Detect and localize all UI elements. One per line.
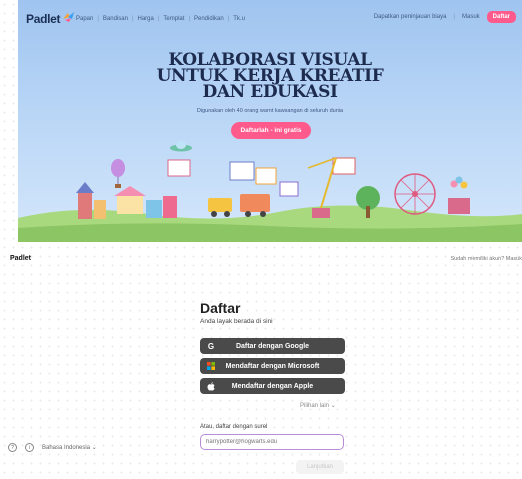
microsoft-signup-button[interactable]: Mendaftar dengan Microsoft <box>200 358 345 374</box>
nav-right: Dapatkan peninjauan biaya | Masuk Daftar <box>374 11 516 23</box>
help-icon[interactable]: ? <box>8 443 17 452</box>
footer: ? i Bahasa Indonesia ⌄ <box>8 443 97 452</box>
apple-signup-label: Mendaftar dengan Apple <box>231 382 314 390</box>
nav-link-pricing-review[interactable]: Dapatkan peninjauan biaya <box>374 14 447 20</box>
login-prompt-link[interactable]: Sudah memiliki akun? Masuk <box>450 256 522 262</box>
form-tagline: Anda layak berada di sini <box>200 318 273 325</box>
hero-headline: KOLABORASI VISUAL UNTUK KERJA KREATIF DA… <box>18 52 522 102</box>
accessibility-icon[interactable]: i <box>25 443 34 452</box>
more-options-toggle[interactable]: Pilihan lain ⌄ <box>300 402 336 409</box>
language-selector[interactable]: Bahasa Indonesia ⌄ <box>42 444 97 451</box>
nav-links: Papan | Bandisan | Harga | Templat | Pen… <box>76 16 245 22</box>
top-nav: Padlet Papan | Bandisan | Harga | Templa… <box>18 0 522 36</box>
continue-button[interactable]: Lanjutkan <box>296 460 344 474</box>
hero-banner: Padlet Papan | Bandisan | Harga | Templa… <box>18 0 522 242</box>
google-signup-button[interactable]: G Daftar dengan Google <box>200 338 345 354</box>
chevron-down-icon: ⌄ <box>330 403 336 409</box>
nav-link-harga[interactable]: Harga <box>138 16 154 22</box>
padlet-logo[interactable]: Padlet <box>26 12 61 26</box>
microsoft-signup-label: Mendaftar dengan Microsoft <box>225 362 320 370</box>
nav-link-pendidikan[interactable]: Pendidikan <box>194 16 224 22</box>
email-input[interactable] <box>200 434 344 450</box>
nav-link-templat[interactable]: Templat <box>163 16 184 22</box>
nav-signup-button[interactable]: Daftar <box>486 11 516 23</box>
hero-cta-button[interactable]: Daftarlah - ini gratis <box>231 122 311 139</box>
page-brand[interactable]: Padlet <box>10 255 31 262</box>
signup-form: Daftar Anda layak berada di sini G Dafta… <box>200 300 345 474</box>
nav-link-tku[interactable]: Tk.u <box>233 16 245 22</box>
nav-link-papan[interactable]: Papan <box>76 16 93 22</box>
hero-illustration <box>18 141 522 242</box>
nav-link-bandisan[interactable]: Bandisan <box>103 16 128 22</box>
padlet-bird-icon <box>63 12 74 22</box>
apple-icon <box>206 381 216 391</box>
form-title: Daftar <box>200 300 241 316</box>
language-label: Bahasa Indonesia <box>42 445 91 451</box>
nav-login-link[interactable]: Masuk <box>462 14 480 20</box>
more-options-label: Pilihan lain <box>300 403 330 409</box>
apple-signup-button[interactable]: Mendaftar dengan Apple <box>200 378 345 394</box>
language-chevron-icon: ⌄ <box>91 445 97 451</box>
headline-line-3: DAN EDUKASI <box>202 82 338 102</box>
email-label: Atau, daftar dengan surel <box>200 424 268 430</box>
google-icon: G <box>207 341 215 351</box>
hero-subline: Digunakan oleh 40 orang warnt kawsangan … <box>196 108 344 114</box>
google-signup-label: Daftar dengan Google <box>235 342 310 350</box>
microsoft-icon <box>206 361 216 371</box>
